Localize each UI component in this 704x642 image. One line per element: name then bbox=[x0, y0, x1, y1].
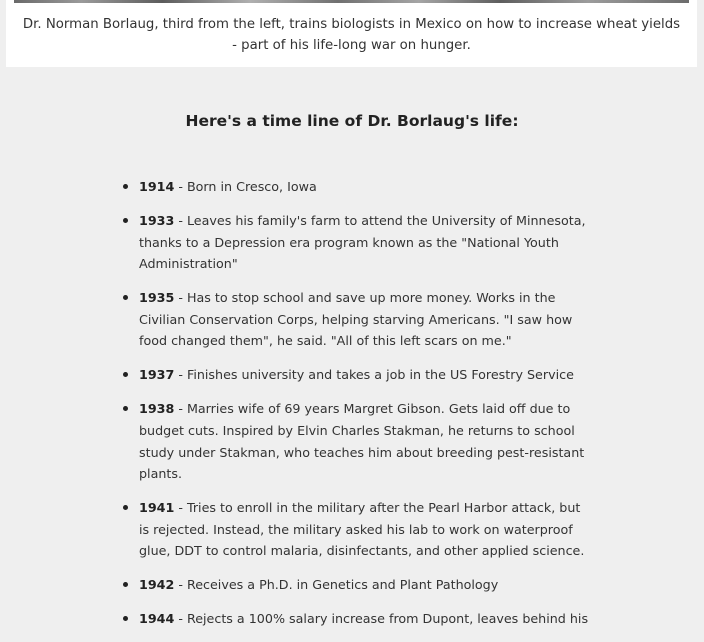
timeline-item: 1937 - Finishes university and takes a j… bbox=[123, 364, 594, 386]
bullet-icon bbox=[123, 217, 128, 223]
timeline-text: - Tries to enroll in the military after … bbox=[139, 500, 585, 559]
timeline-year: 1935 bbox=[139, 290, 175, 306]
timeline-text: - Receives a Ph.D. in Genetics and Plant… bbox=[174, 577, 499, 593]
timeline-text: - Finishes university and takes a job in… bbox=[174, 367, 574, 383]
bullet-icon bbox=[123, 295, 128, 301]
timeline-item: 1941 - Tries to enroll in the military a… bbox=[123, 497, 594, 562]
bullet-icon bbox=[123, 505, 128, 511]
timeline-item: 1933 - Leaves his family's farm to atten… bbox=[123, 210, 594, 275]
bullet-icon bbox=[123, 616, 128, 622]
timeline-year: 1933 bbox=[139, 212, 175, 228]
timeline-heading: Here's a time line of Dr. Borlaug's life… bbox=[185, 112, 519, 130]
bullet-icon bbox=[123, 406, 128, 412]
timeline-year: 1941 bbox=[139, 500, 175, 516]
photo-image bbox=[14, 0, 689, 3]
timeline-year: 1938 bbox=[139, 401, 175, 417]
timeline-item: 1935 - Has to stop school and save up mo… bbox=[123, 287, 594, 352]
timeline-year: 1914 bbox=[139, 179, 175, 194]
timeline-list: 1914 - Born in Cresco, Iowa 1933 - Leave… bbox=[123, 176, 594, 642]
timeline-text: - Marries wife of 69 years Margret Gibso… bbox=[139, 401, 585, 482]
timeline-text: - Leaves his family's farm to attend the… bbox=[139, 212, 586, 272]
timeline-item: 1938 - Marries wife of 69 years Margret … bbox=[123, 398, 594, 484]
bullet-icon bbox=[123, 372, 128, 378]
photo-caption: Dr. Norman Borlaug, third from the left,… bbox=[22, 17, 681, 53]
timeline-text: - Rejects a 100% salary increase from Du… bbox=[174, 611, 589, 627]
timeline-item: 1942 - Receives a Ph.D. in Genetics and … bbox=[123, 574, 594, 596]
timeline-item: 1914 - Born in Cresco, Iowa bbox=[123, 176, 594, 198]
timeline-year: 1937 bbox=[139, 367, 175, 383]
timeline-text: - Has to stop school and save up more mo… bbox=[139, 290, 573, 349]
timeline-text: - Born in Cresco, Iowa bbox=[174, 179, 317, 194]
timeline-year: 1944 bbox=[139, 611, 175, 627]
bullet-icon bbox=[123, 184, 128, 189]
photo-caption-card: Dr. Norman Borlaug, third from the left,… bbox=[6, 0, 697, 67]
timeline-item: 1944 - Rejects a 100% salary increase fr… bbox=[123, 608, 594, 630]
timeline-year: 1942 bbox=[139, 577, 175, 593]
